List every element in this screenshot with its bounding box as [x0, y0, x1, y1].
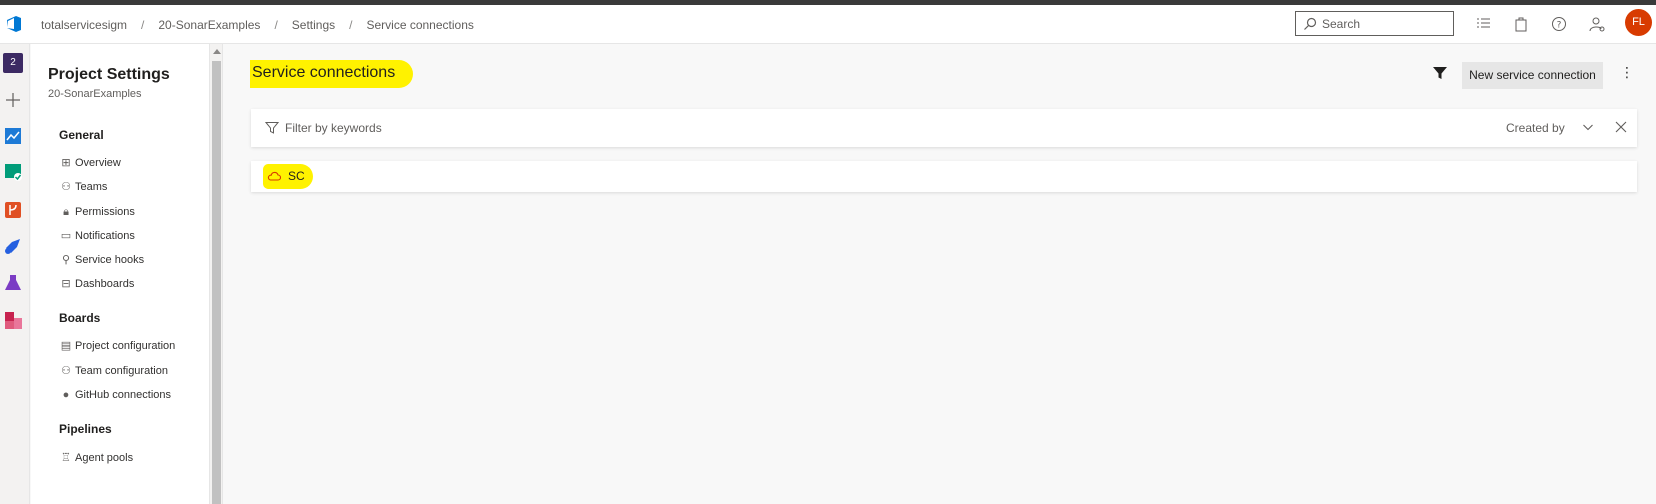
sidebar-item-overview[interactable]: ⊞ Overview	[59, 154, 121, 172]
filter-keywords-input[interactable]: Filter by keywords	[285, 121, 382, 135]
sidebar-item-label: Project configuration	[75, 340, 176, 352]
sidebar-item-label: Permissions	[75, 206, 135, 218]
teams-icon: ⚇	[61, 181, 71, 193]
sidebar-item-label: Notifications	[75, 230, 135, 242]
sidebar-item-label: Overview	[75, 157, 121, 169]
azure-devops-logo-icon[interactable]	[4, 14, 24, 34]
sidebar-item-label: GitHub connections	[75, 389, 171, 401]
comment-icon: ▭	[60, 230, 72, 242]
left-rail: 2	[0, 44, 30, 504]
group-boards: Boards	[59, 311, 101, 325]
sidebar-item-team-configuration[interactable]: ⚇ Team configuration	[59, 362, 168, 380]
search-icon	[1304, 17, 1317, 30]
main-content: Service connections New service connecti…	[224, 44, 1656, 504]
boards-icon[interactable]	[3, 162, 23, 182]
test-plans-icon[interactable]	[3, 273, 23, 293]
group-pipelines: Pipelines	[59, 422, 112, 436]
service-connection-row[interactable]: SC	[251, 161, 1637, 192]
close-icon[interactable]	[1614, 120, 1628, 134]
sidebar-item-label: Team configuration	[75, 365, 168, 377]
sidebar-item-label: Service hooks	[75, 254, 145, 266]
chevron-down-icon[interactable]	[1582, 121, 1594, 133]
cloud-icon	[267, 171, 281, 181]
sidebar-item-github-connections[interactable]: ● GitHub connections	[59, 386, 171, 404]
project-badge[interactable]: 2	[3, 53, 23, 73]
team-config-icon: ⚇	[61, 365, 71, 377]
sidebar-item-notifications[interactable]: ▭ Notifications	[59, 227, 135, 245]
breadcrumb-settings[interactable]: Settings	[292, 18, 335, 32]
breadcrumb-current[interactable]: Service connections	[366, 18, 473, 32]
plug-icon: ⚲	[61, 254, 71, 266]
created-by-dropdown[interactable]: Created by	[1506, 121, 1565, 135]
artifacts-icon[interactable]	[3, 310, 23, 330]
user-settings-icon[interactable]	[1588, 15, 1606, 33]
scroll-up-arrow-icon[interactable]	[213, 49, 221, 54]
add-icon[interactable]	[3, 90, 23, 110]
sidebar-item-dashboards[interactable]: ⊟ Dashboards	[59, 275, 134, 293]
breadcrumb: totalservicesigm/20-SonarExamples / Settin…	[41, 18, 474, 32]
list-icon[interactable]	[1475, 15, 1493, 33]
pipelines-icon[interactable]	[3, 236, 23, 256]
sidebar-item-label: Dashboards	[75, 278, 135, 290]
github-icon: ●	[62, 389, 70, 401]
search-box[interactable]: Search	[1295, 11, 1454, 36]
more-options-icon[interactable]: ⋮	[1620, 65, 1634, 83]
sidebar-item-label: Agent pools	[75, 452, 134, 464]
sidebar-scrollbar[interactable]	[209, 44, 223, 504]
project-settings-sidebar: Project Settings 20-SonarExamples Genera…	[31, 44, 209, 504]
agent-pool-icon: ♖	[61, 452, 71, 464]
sidebar-item-permissions[interactable]: 🔒︎ Permissions	[59, 203, 135, 221]
sidebar-item-service-hooks[interactable]: ⚲ Service hooks	[59, 251, 144, 269]
scrollbar-thumb[interactable]	[212, 61, 221, 504]
avatar[interactable]: FL	[1625, 9, 1652, 36]
svg-text:?: ?	[1557, 21, 1562, 31]
sidebar-item-teams[interactable]: ⚇ Teams	[59, 178, 107, 196]
lock-icon: 🔒︎	[63, 206, 69, 218]
service-connection-name[interactable]: SC	[288, 169, 305, 183]
breadcrumb-org[interactable]: totalservicesigm	[41, 18, 127, 32]
repos-icon[interactable]	[3, 200, 23, 220]
sidebar-item-project-configuration[interactable]: ▤ Project configuration	[59, 337, 175, 355]
breadcrumb-project[interactable]: 20-SonarExamples	[158, 18, 260, 32]
keyword-filter-bar[interactable]: Filter by keywords Created by	[251, 109, 1637, 147]
filter-icon[interactable]	[1432, 65, 1448, 81]
sidebar-title: Project Settings	[48, 66, 170, 83]
sidebar-item-label: Teams	[75, 181, 108, 193]
sidebar-item-agent-pools[interactable]: ♖ Agent pools	[59, 449, 133, 467]
document-icon: ▤	[60, 340, 72, 352]
search-placeholder: Search	[1322, 17, 1361, 31]
help-icon[interactable]: ?	[1550, 15, 1568, 33]
group-general: General	[59, 128, 104, 142]
marketplace-bag-icon[interactable]	[1512, 15, 1530, 33]
page-title: Service connections	[250, 60, 414, 88]
top-bar: totalservicesigm/20-SonarExamples / Settin…	[0, 5, 1656, 44]
filter-funnel-icon	[265, 122, 279, 134]
overview-icon[interactable]	[3, 126, 23, 146]
dashboard-icon: ⊟	[61, 278, 71, 290]
overview-grid-icon: ⊞	[61, 157, 71, 169]
sidebar-subtitle: 20-SonarExamples	[48, 88, 142, 100]
new-service-connection-button[interactable]: New service connection	[1462, 62, 1603, 89]
